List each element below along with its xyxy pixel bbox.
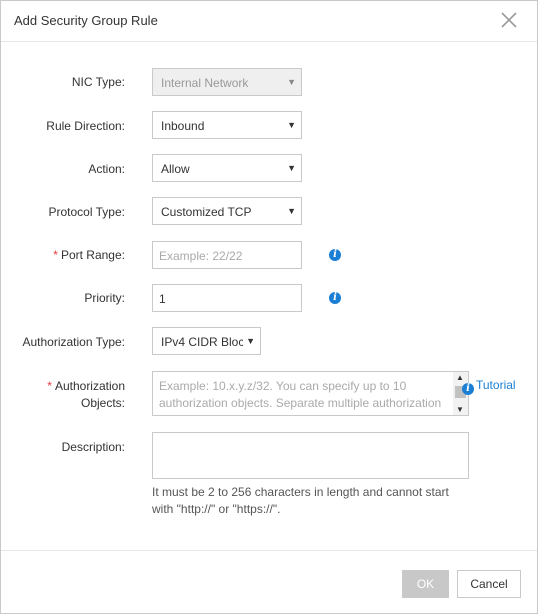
port-range-label: * Port Range:: [53, 247, 125, 264]
port-range-label-text: Port Range:: [60, 248, 125, 262]
close-icon[interactable]: [499, 10, 519, 30]
description-label: Description:: [61, 440, 125, 454]
nic-type-select: Internal Network ▼: [152, 68, 302, 96]
protocol-type-value: Customized TCP: [161, 205, 252, 219]
authorization-objects-label: * Authorization Objects:: [47, 378, 125, 412]
required-mark: *: [47, 379, 52, 393]
dropdown-arrow-icon: ▼: [287, 120, 296, 130]
protocol-type-select[interactable]: Customized TCP ▼: [152, 197, 302, 225]
dialog-header: Add Security Group Rule: [1, 1, 537, 42]
port-range-input[interactable]: Example: 22/22: [152, 241, 302, 269]
dropdown-arrow-icon: ▼: [246, 336, 255, 346]
action-value: Allow: [161, 162, 190, 176]
priority-value: 1: [159, 292, 166, 306]
scroll-down-arrow-icon[interactable]: ▼: [456, 405, 464, 414]
protocol-type-label: Protocol Type:: [48, 205, 126, 219]
authorization-objects-placeholder: Example: 10.x.y.z/32. You can specify up…: [159, 379, 442, 415]
port-range-placeholder: Example: 22/22: [159, 249, 243, 263]
dialog-title: Add Security Group Rule: [14, 13, 158, 28]
tutorial-link[interactable]: i Tutorial: [462, 378, 516, 395]
tutorial-link-text: Tutorial: [476, 378, 516, 392]
dropdown-arrow-icon: ▼: [287, 163, 296, 173]
info-icon: i: [462, 383, 474, 395]
rule-direction-select[interactable]: Inbound ▼: [152, 111, 302, 139]
add-security-group-rule-dialog: Add Security Group Rule NIC Type: Intern…: [0, 0, 538, 614]
priority-label: Priority:: [84, 291, 125, 305]
info-icon[interactable]: i: [329, 249, 341, 261]
priority-input[interactable]: 1: [152, 284, 302, 312]
authorization-type-label: Authorization Type:: [22, 335, 125, 349]
dropdown-arrow-icon: ▼: [287, 77, 296, 87]
authorization-objects-label-line2: Objects:: [80, 396, 125, 410]
rule-direction-value: Inbound: [161, 119, 205, 133]
info-icon[interactable]: i: [329, 292, 341, 304]
nic-type-value: Internal Network: [161, 76, 249, 90]
action-label: Action:: [88, 162, 125, 176]
nic-type-label: NIC Type:: [71, 75, 125, 89]
rule-direction-label: Rule Direction:: [46, 119, 125, 133]
ok-button[interactable]: OK: [402, 570, 449, 598]
authorization-objects-label-line1: Authorization: [54, 379, 125, 393]
required-mark: *: [53, 248, 58, 262]
dropdown-arrow-icon: ▼: [287, 206, 296, 216]
action-select[interactable]: Allow ▼: [152, 154, 302, 182]
description-hint: It must be 2 to 256 characters in length…: [152, 485, 449, 516]
description-textarea[interactable]: [152, 432, 469, 479]
authorization-type-value: IPv4 CIDR Bloc: [161, 335, 243, 349]
authorization-type-select[interactable]: IPv4 CIDR Bloc ▼: [152, 327, 261, 355]
authorization-objects-textarea[interactable]: Example: 10.x.y.z/32. You can specify up…: [152, 371, 469, 416]
cancel-button[interactable]: Cancel: [457, 570, 521, 598]
